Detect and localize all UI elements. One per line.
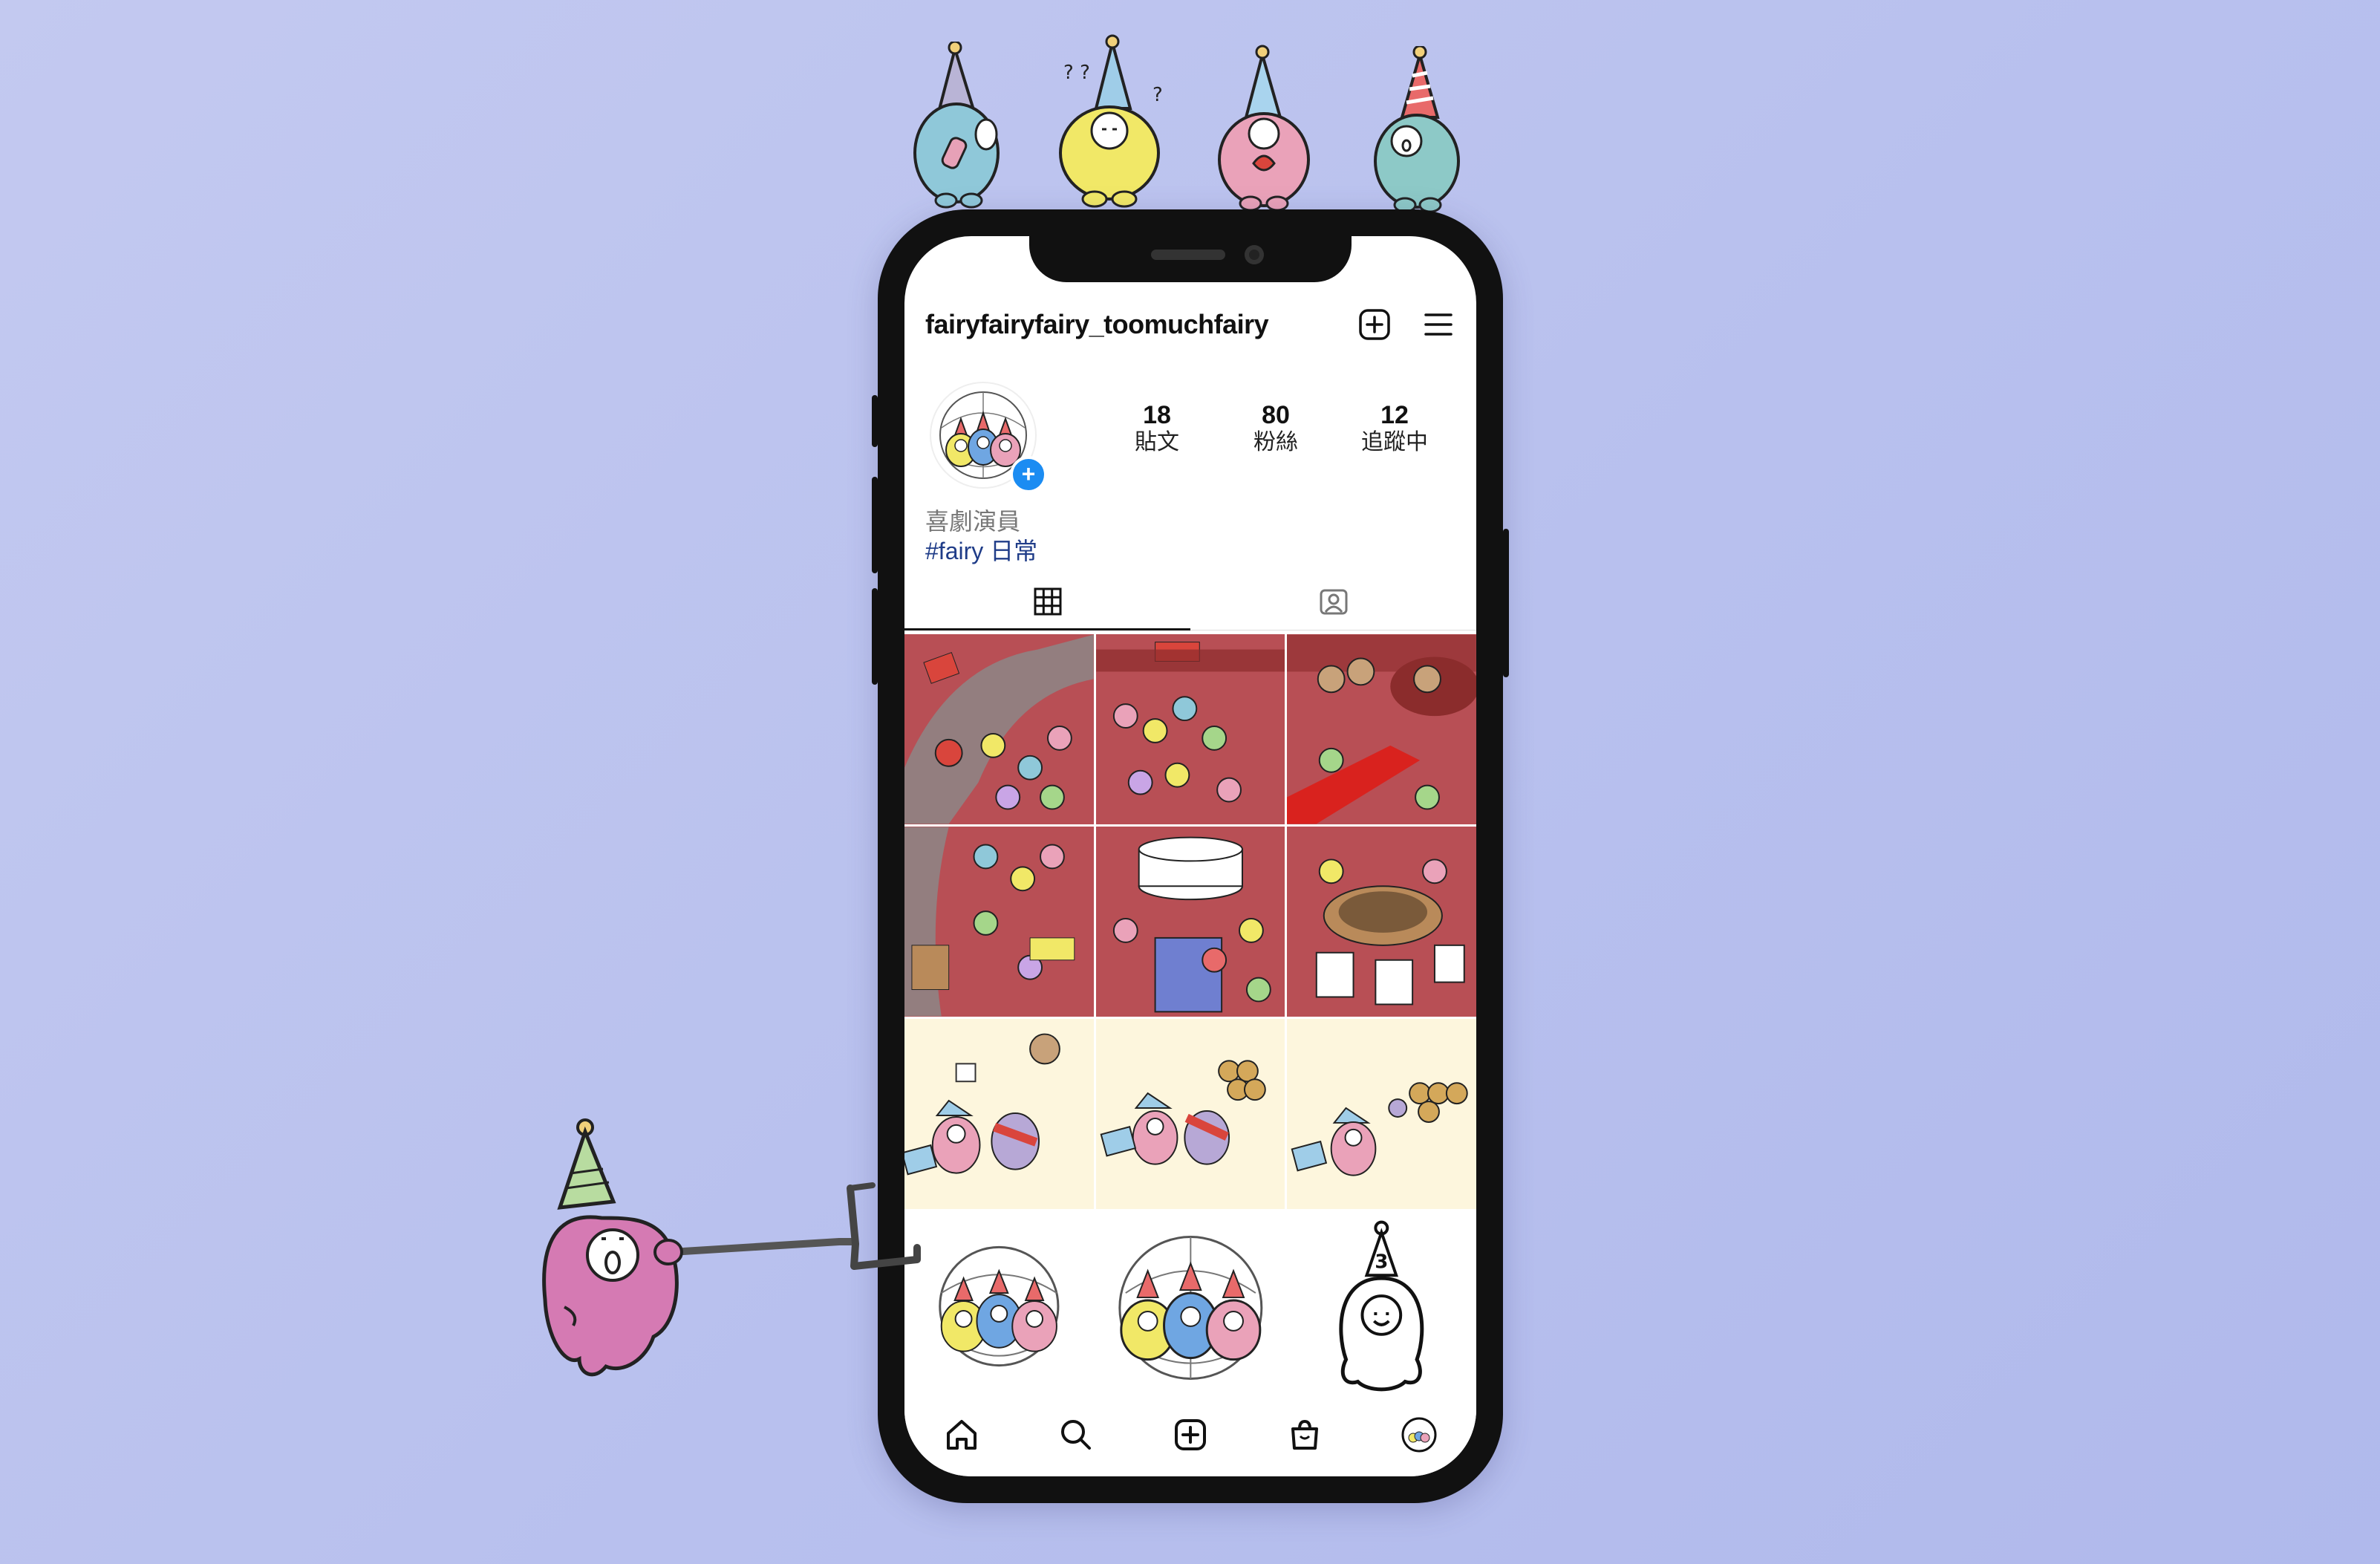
stat-posts-label: 貼文: [1135, 430, 1179, 454]
stat-followers[interactable]: 80 粉絲: [1224, 401, 1328, 456]
party-scene-image: [1316, 858, 1466, 1006]
home-icon[interactable]: [942, 1415, 981, 1454]
profile-username[interactable]: fairyfairyfairy_toomuchfairy: [925, 309, 1269, 340]
phone-power-button: [1503, 529, 1509, 677]
svg-text:?: ?: [1152, 84, 1163, 106]
fairy-figure-pink-heart: [1218, 45, 1310, 212]
stat-posts-count: 18: [1143, 401, 1171, 429]
post-thumbnail[interactable]: [1095, 827, 1285, 1017]
create-icon[interactable]: [1171, 1415, 1210, 1454]
party-scene-image: [904, 827, 1075, 1017]
active-tab-indicator: [904, 628, 1190, 631]
post-thumbnail[interactable]: [1287, 1019, 1476, 1209]
post-thumbnail[interactable]: [1095, 634, 1285, 824]
fairy-figure-pink-with-grabber: [542, 1118, 921, 1377]
profile-header: fairyfairyfairy_toomuchfairy: [904, 296, 1476, 355]
svg-text:? ?: ? ?: [1063, 62, 1090, 84]
profile-bio: 喜劇演員 #fairy 日常: [925, 506, 1037, 566]
profile-stats: 18 貼文 80 粉絲 12 追蹤中: [1105, 401, 1447, 456]
phone-notch: [1029, 236, 1352, 282]
phone-volume-down-button: [872, 588, 878, 685]
front-camera: [1245, 245, 1264, 264]
stat-followers-count: 80: [1262, 401, 1290, 429]
post-thumbnail[interactable]: [1287, 827, 1476, 1017]
stat-followers-label: 粉絲: [1253, 430, 1298, 454]
post-thumbnail[interactable]: [1095, 1019, 1285, 1209]
post-thumbnail[interactable]: [904, 634, 1094, 824]
search-icon[interactable]: [1057, 1415, 1095, 1454]
stat-following-count: 12: [1380, 401, 1409, 429]
posts-grid: 3: [904, 634, 1476, 1401]
comic-panel-image: [1291, 1082, 1469, 1176]
bio-hashtag-link[interactable]: #fairy 日常: [925, 536, 1037, 566]
tab-grid[interactable]: [904, 570, 1190, 631]
party-scene-image: [1112, 836, 1271, 1013]
post-thumbnail[interactable]: [904, 827, 1094, 1017]
party-scene-image: [1095, 642, 1285, 803]
bio-category: 喜劇演員: [925, 508, 1021, 535]
shop-icon[interactable]: [1285, 1415, 1324, 1454]
phone-screen: fairyfairyfairy_toomuchfairy + 18 貼文 80 …: [904, 236, 1476, 1476]
add-story-badge[interactable]: +: [1010, 456, 1047, 493]
fairy-figure-yellow-confused: ? ? ?: [1059, 34, 1163, 208]
tagged-tab-icon: [1320, 589, 1348, 615]
stat-following[interactable]: 12 追蹤中: [1343, 401, 1447, 456]
fairy-figure-teal-striped-hat: [1374, 46, 1460, 213]
post-thumbnail[interactable]: [1287, 634, 1476, 824]
bottom-navigation: [904, 1404, 1476, 1476]
new-post-icon[interactable]: [1357, 307, 1392, 342]
tab-tagged[interactable]: [1190, 570, 1476, 630]
profile-avatar[interactable]: +: [930, 382, 1047, 493]
phone-mute-button: [872, 395, 878, 447]
post-thumbnail[interactable]: [1095, 1211, 1285, 1401]
speaker-grille: [1151, 250, 1225, 260]
fairy-hat-number: 3: [1375, 1251, 1389, 1273]
menu-icon[interactable]: [1421, 307, 1455, 342]
fairy-figure-blue-left: [913, 42, 1000, 209]
profile-tabs: [904, 570, 1476, 631]
phone-frame: fairyfairyfairy_toomuchfairy + 18 貼文 80 …: [872, 209, 1509, 1503]
grid-tab-icon: [1034, 587, 1062, 616]
stat-following-label: 追蹤中: [1361, 430, 1428, 454]
party-scene-image: [1287, 634, 1476, 824]
profile-avatar-icon[interactable]: [1400, 1415, 1438, 1454]
comic-panel-image: [1100, 1060, 1266, 1165]
party-scene-image: [904, 634, 1094, 824]
fairy-group-circle-image: [1118, 1235, 1262, 1380]
phone-volume-up-button: [872, 477, 878, 573]
post-thumbnail[interactable]: 3: [1287, 1211, 1476, 1401]
single-fairy-outline-image: 3: [1339, 1220, 1424, 1392]
stat-posts[interactable]: 18 貼文: [1105, 401, 1209, 456]
